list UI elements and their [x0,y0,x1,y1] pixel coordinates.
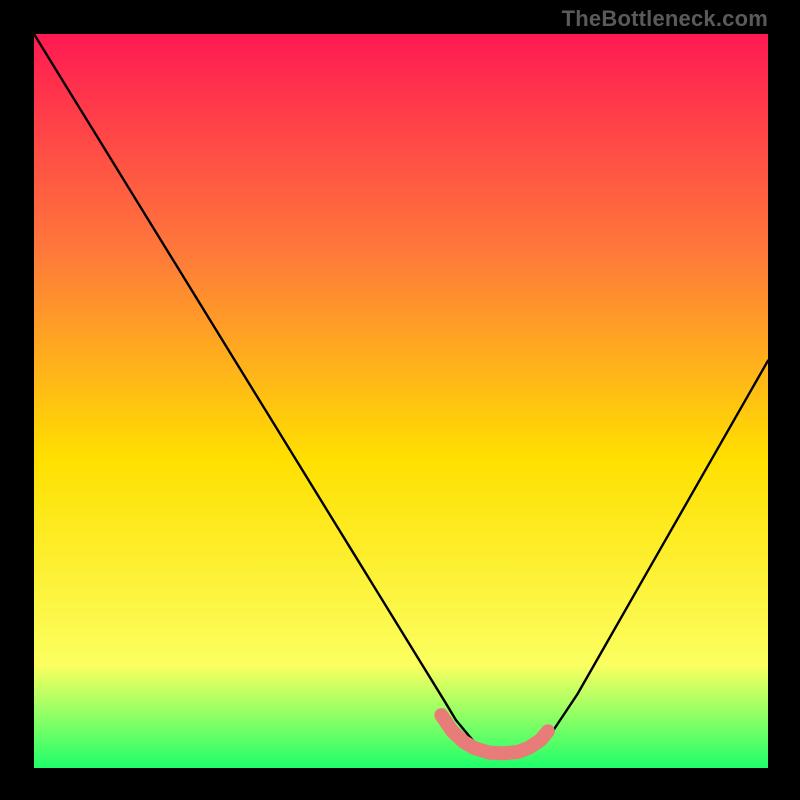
gradient-background [34,34,768,768]
plot-area [34,34,768,768]
chart-frame: TheBottleneck.com [0,0,800,800]
attribution-text: TheBottleneck.com [562,6,768,32]
bottleneck-chart [34,34,768,768]
